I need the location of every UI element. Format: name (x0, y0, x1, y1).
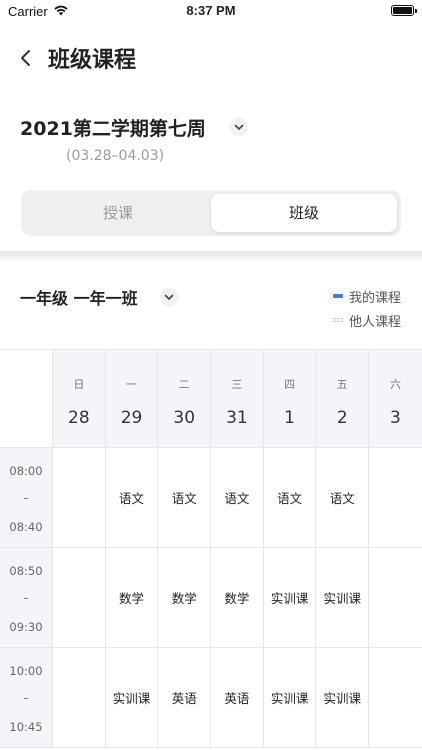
class-selector-label[interactable]: 一年级 一年一班 (20, 285, 138, 309)
legend-mine-label: 我的课程 (348, 290, 401, 306)
tab-teaching[interactable]: 授课 (25, 194, 211, 232)
period-start: 10:00 (9, 664, 43, 678)
period-time: 08:00 – 08:40 (0, 448, 53, 547)
day-of-week: 六 (389, 378, 401, 391)
day-header-sat: 六3 (369, 350, 422, 447)
day-header-wed: 三 31 (211, 350, 264, 447)
day-date: 29 (120, 408, 143, 428)
week-selector[interactable]: 2021第二学期第七周 (20, 114, 248, 142)
timetable-header: 日 28 一 29 二 30 三 31 四1 五2 六3 (0, 349, 422, 448)
course-cell[interactable] (369, 548, 422, 647)
course-cell[interactable] (53, 548, 106, 647)
tab-class[interactable]: 班级 (211, 194, 397, 232)
course-cell[interactable]: 实训课 (264, 548, 317, 647)
course-cell[interactable]: 实训课 (316, 548, 370, 647)
period-row: 08:50 – 09:30 数学 数学 数学 实训课 实训课 (0, 548, 422, 648)
section-divider (0, 251, 422, 261)
day-date: 2 (336, 408, 348, 428)
chevron-down-icon[interactable] (230, 118, 248, 136)
period-time: 10:00 – 10:45 (0, 648, 53, 747)
day-header-tue: 二 30 (158, 350, 212, 447)
week-title[interactable]: 2021第二学期第七周 (20, 118, 206, 140)
header-corner (0, 350, 53, 447)
period-time: 08:50 – 09:30 (0, 548, 53, 647)
course-cell[interactable]: 实训课 (316, 648, 370, 747)
page-title: 班级课程 (48, 48, 137, 73)
battery-icon (391, 5, 417, 16)
clock: 8:37 PM (186, 3, 236, 18)
course-cell[interactable]: 实训课 (264, 648, 317, 747)
course-cell[interactable]: 数学 (211, 548, 264, 647)
course-cell[interactable]: 英语 (158, 648, 212, 747)
day-date: 1 (284, 408, 295, 428)
course-cell[interactable] (53, 448, 106, 547)
class-chevron-down-icon[interactable] (160, 288, 178, 306)
period-start: 08:00 (9, 464, 43, 478)
legend-others: 他人课程 (332, 308, 401, 332)
period-row: 10:00 – 10:45 实训课 英语 英语 实训课 实训课 (0, 648, 422, 748)
course-cell[interactable] (369, 448, 422, 547)
day-date: 3 (390, 408, 401, 428)
period-row: 08:00 – 08:40 语文 语文 语文 语文 语文 (0, 448, 422, 548)
back-arrow-icon[interactable] (18, 48, 34, 68)
legend-others-label: 他人课程 (348, 314, 401, 330)
timetable: 日 28 一 29 二 30 三 31 四1 五2 六3 08:00–08:40 语文 … (0, 349, 422, 748)
day-of-week: 三 (231, 378, 243, 391)
day-of-week: 五 (336, 378, 348, 391)
legend-mine-swatch (332, 294, 343, 298)
day-of-week: 日 (73, 378, 85, 391)
course-cell[interactable]: 数学 (158, 548, 212, 647)
course-cell[interactable]: 语文 (158, 448, 212, 547)
legend-others-swatch (332, 318, 343, 322)
period-separator: – (23, 591, 29, 605)
day-of-week: 四 (284, 378, 296, 391)
day-date: 28 (68, 408, 90, 428)
day-date: 31 (226, 408, 248, 428)
day-header-sun: 日 28 (53, 350, 106, 447)
day-header-fri: 五2 (316, 350, 370, 447)
period-end: 08:40 (9, 520, 43, 534)
period-separator: – (23, 491, 29, 505)
period-end: 09:30 (9, 620, 43, 634)
course-cell[interactable]: 语文 (264, 448, 317, 547)
legend: 我的课程 他人课程 (332, 284, 401, 332)
view-segmented-control: 授课 班级 (21, 190, 401, 236)
course-cell[interactable] (53, 648, 106, 747)
course-cell[interactable]: 语文 (106, 448, 159, 547)
course-cell[interactable]: 实训课 (106, 648, 159, 747)
status-bar: Carrier 8:37 PM (0, 0, 422, 24)
week-date-range: (03.28–04.03) (66, 148, 165, 164)
period-separator: – (23, 691, 29, 705)
day-date: 30 (173, 408, 196, 428)
course-cell[interactable]: 英语 (211, 648, 264, 747)
legend-mine: 我的课程 (332, 284, 401, 308)
period-end: 10:45 (9, 720, 43, 734)
day-of-week: 一 (126, 378, 138, 391)
day-header-mon: 一 29 (105, 350, 159, 447)
nav-bar: 班级课程 (0, 38, 422, 78)
course-cell[interactable]: 数学 (106, 548, 159, 647)
course-cell[interactable]: 语文 (316, 448, 370, 547)
day-of-week: 二 (178, 378, 190, 391)
course-cell[interactable]: 语文 (211, 448, 264, 547)
day-header-thu: 四1 (263, 350, 317, 447)
course-cell[interactable] (369, 648, 422, 747)
period-start: 08:50 (9, 564, 43, 578)
